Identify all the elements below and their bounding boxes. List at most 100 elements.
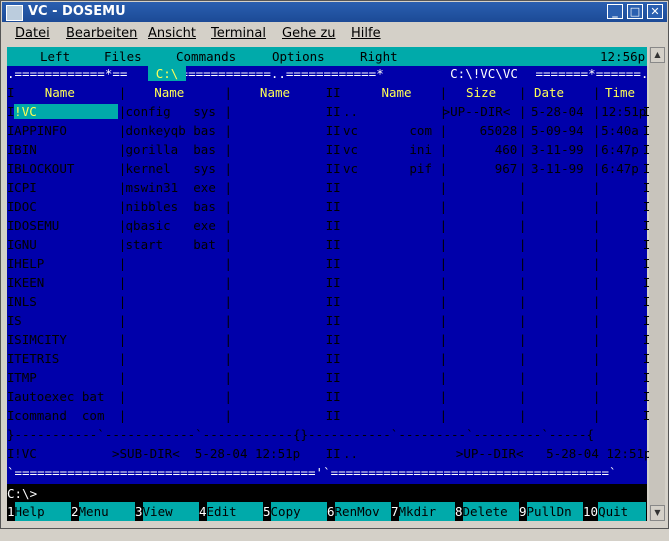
column-separator: | xyxy=(592,294,601,309)
vc-menu-options[interactable]: Options xyxy=(272,47,325,66)
terminal-app-icon xyxy=(6,5,23,21)
right-file-name[interactable]: vc xyxy=(343,142,358,157)
right-file-date: 5-28-04 xyxy=(530,104,584,119)
maximize-button[interactable]: □ xyxy=(627,4,643,19)
vc-menu-left[interactable]: Left xyxy=(40,47,70,66)
right-file-name[interactable]: .. xyxy=(343,104,358,119)
column-separator: | xyxy=(592,123,601,138)
column-separator: | xyxy=(439,408,448,423)
left-panel-drive-label[interactable]: C:\ xyxy=(148,66,186,81)
fkey-help[interactable]: 1Help xyxy=(7,502,71,521)
left-file-entry[interactable]: nibbles bas xyxy=(126,199,216,214)
fkey-menu[interactable]: 2Menu xyxy=(71,502,135,521)
left-file-entry[interactable]: S xyxy=(14,313,22,328)
fkey-number: 2 xyxy=(71,504,79,519)
right-file-name[interactable]: vc xyxy=(343,123,358,138)
left-file-entry[interactable]: kernel sys xyxy=(126,161,216,176)
vc-menu-commands[interactable]: Commands xyxy=(176,47,236,66)
fkey-number: 9 xyxy=(519,504,527,519)
fkey-pulldn[interactable]: 9PullDn xyxy=(519,502,583,521)
column-separator: | xyxy=(224,408,232,423)
menu-gehe-zu[interactable]: Gehe zu xyxy=(282,26,336,41)
right-file-size: 967 xyxy=(494,161,518,176)
fkey-delete[interactable]: 8Delete xyxy=(455,502,519,521)
vc-menu-right[interactable]: Right xyxy=(360,47,398,66)
column-separator: | xyxy=(439,313,448,328)
menu-hilfe[interactable]: Hilfe xyxy=(351,26,381,41)
column-separator: | xyxy=(518,313,527,328)
right-file-time: 6:47p xyxy=(601,161,639,176)
command-line[interactable]: C:\> xyxy=(7,484,647,503)
fkey-renmov[interactable]: 6RenMov xyxy=(327,502,391,521)
left-file-entry[interactable]: qbasic exe xyxy=(126,218,216,233)
window-title: VC - DOSEMU xyxy=(28,4,126,19)
left-file-entry[interactable]: donkeyqb bas xyxy=(126,123,216,138)
fkey-view[interactable]: 3View xyxy=(135,502,199,521)
left-file-entry[interactable]: command com xyxy=(14,408,104,423)
left-file-entry[interactable]: !VC xyxy=(14,104,118,119)
column-separator: | xyxy=(224,256,232,271)
left-file-entry[interactable]: mswin31 exe xyxy=(126,180,216,195)
right-name-header: Name xyxy=(381,85,412,100)
fkey-number: 8 xyxy=(455,504,463,519)
column-separator: | xyxy=(439,370,448,385)
right-file-time: 6:47p xyxy=(601,142,639,157)
left-file-entry[interactable]: KEEN xyxy=(14,275,44,290)
column-separator: | xyxy=(518,351,527,366)
menu-ansicht[interactable]: Ansicht xyxy=(148,26,196,41)
column-separator: | xyxy=(439,199,448,214)
scroll-down-icon[interactable]: ▼ xyxy=(650,505,665,521)
left-file-entry[interactable]: BLOCKOUT xyxy=(14,161,74,176)
fkey-mkdir[interactable]: 7Mkdir xyxy=(391,502,455,521)
vc-clock: 12:56p xyxy=(600,49,646,64)
column-separator: | xyxy=(592,256,601,271)
column-separator: | xyxy=(224,161,232,176)
panel-divider: II xyxy=(325,313,341,328)
left-file-entry[interactable]: BIN xyxy=(14,142,37,157)
column-separator: | xyxy=(224,180,232,195)
left-file-entry[interactable]: NLS xyxy=(14,294,37,309)
column-separator: | xyxy=(118,389,127,404)
title-bar[interactable]: VC - DOSEMU _ □ ✕ xyxy=(2,2,667,22)
panel-divider: II xyxy=(325,408,341,423)
scroll-up-icon[interactable]: ▲ xyxy=(650,47,665,63)
left-file-entry[interactable]: GNU xyxy=(14,237,37,252)
column-separator: | xyxy=(439,142,448,157)
fkey-quit[interactable]: 10Quit xyxy=(583,502,647,521)
column-separator: | xyxy=(118,256,127,271)
menu-datei[interactable]: Datei xyxy=(15,26,50,41)
left-file-entry[interactable]: start bat xyxy=(126,237,216,252)
fkey-edit[interactable]: 4Edit xyxy=(199,502,263,521)
left-file-entry[interactable]: DOC xyxy=(14,199,37,214)
fkey-copy[interactable]: 5Copy xyxy=(263,502,327,521)
minimize-button[interactable]: _ xyxy=(607,4,623,19)
menu-bearbeiten[interactable]: Bearbeiten xyxy=(66,26,137,41)
left-file-entry[interactable]: config sys xyxy=(126,104,216,119)
column-separator: | xyxy=(224,389,232,404)
vertical-scrollbar[interactable]: ▲ ▼ xyxy=(649,47,665,521)
fkey-label: Menu xyxy=(78,502,135,521)
left-file-entry[interactable]: CPI xyxy=(14,180,37,195)
vc-menu-files[interactable]: Files xyxy=(104,47,142,66)
column-separator: | xyxy=(518,294,527,309)
left-file-entry[interactable]: TETRIS xyxy=(14,351,59,366)
column-separator: | xyxy=(592,389,601,404)
fkey-number: 1 xyxy=(7,504,15,519)
terminal-screen[interactable]: Left Files Commands Options Right 12:56p… xyxy=(7,47,652,521)
left-file-entry[interactable]: HELP xyxy=(14,256,44,271)
left-file-entry[interactable]: DOSEMU xyxy=(14,218,59,233)
column-separator: | xyxy=(592,142,601,157)
left-file-entry[interactable]: TMP xyxy=(14,370,37,385)
right-file-name[interactable]: vc xyxy=(343,161,358,176)
left-file-entry[interactable]: autoexec bat xyxy=(14,389,104,404)
left-file-entry[interactable]: SIMCITY xyxy=(14,332,67,347)
close-button[interactable]: ✕ xyxy=(647,4,663,19)
column-separator: | xyxy=(592,104,601,119)
left-file-entry[interactable]: gorilla bas xyxy=(126,142,216,157)
fkey-label: View xyxy=(142,502,199,521)
fkey-label: Quit xyxy=(598,502,647,521)
menu-terminal[interactable]: Terminal xyxy=(211,26,266,41)
panel-divider: II xyxy=(325,104,341,119)
column-separator: | xyxy=(518,199,527,214)
left-file-entry[interactable]: APPINFO xyxy=(14,123,67,138)
